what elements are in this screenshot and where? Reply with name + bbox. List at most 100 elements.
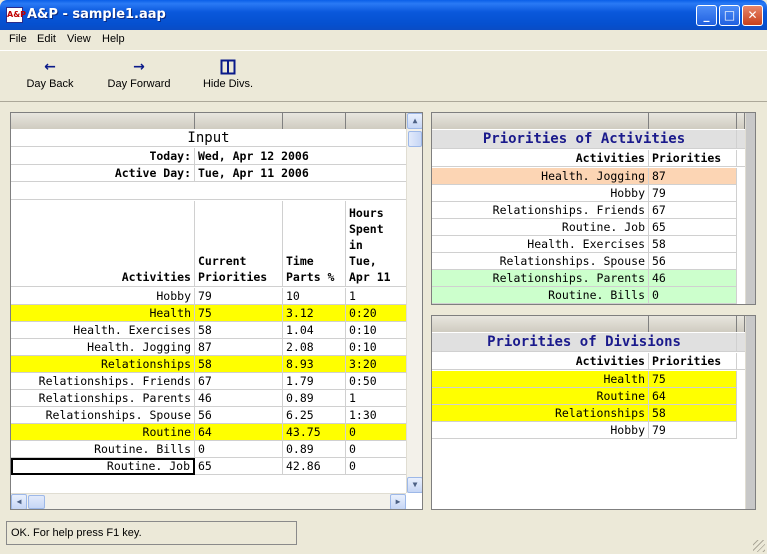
activity-cell[interactable]: Relationships. Friends xyxy=(11,373,195,390)
activity-cell[interactable]: Relationships. Parents xyxy=(11,390,195,407)
menu-file[interactable]: File xyxy=(9,33,27,45)
table-row[interactable]: Relationships 58 8.93 3:20 xyxy=(11,356,406,373)
list-item[interactable]: Hobby 79 xyxy=(432,422,737,439)
activity-cell[interactable]: Hobby xyxy=(11,288,195,305)
maximize-button[interactable]: □ xyxy=(719,5,740,26)
hours-cell[interactable]: 1 xyxy=(346,288,406,305)
divisions-priority-grid[interactable]: Priorities of Divisions Activities Prior… xyxy=(431,315,756,510)
column-header[interactable] xyxy=(737,316,745,332)
hours-cell[interactable]: 0:10 xyxy=(346,322,406,339)
time-parts-cell[interactable]: 43.75 xyxy=(283,424,346,441)
activities-scrollbar-track[interactable] xyxy=(745,113,755,304)
time-parts-cell[interactable]: 8.93 xyxy=(283,356,346,373)
hours-cell[interactable]: 0 xyxy=(346,458,406,475)
scroll-right-icon[interactable]: ▶ xyxy=(390,494,406,509)
activity-cell[interactable]: Health. Jogging xyxy=(11,339,195,356)
list-item[interactable]: Relationships 58 xyxy=(432,405,737,422)
activity-cell[interactable]: Routine xyxy=(11,424,195,441)
scroll-down-icon[interactable]: ▼ xyxy=(407,477,422,493)
activity-cell[interactable]: Routine. Job xyxy=(11,458,195,475)
table-row[interactable]: Relationships. Spouse 56 6.25 1:30 xyxy=(11,407,406,424)
time-parts-cell[interactable]: 2.08 xyxy=(283,339,346,356)
table-row[interactable]: Relationships. Friends 67 1.79 0:50 xyxy=(11,373,406,390)
time-parts-cell[interactable]: 1.04 xyxy=(283,322,346,339)
priority-cell[interactable]: 58 xyxy=(195,356,283,373)
list-item[interactable]: Routine. Job 65 xyxy=(432,219,737,236)
list-item[interactable]: Routine. Bills 0 xyxy=(432,287,737,304)
table-row[interactable]: Routine 64 43.75 0 xyxy=(11,424,406,441)
hours-cell[interactable]: 0:50 xyxy=(346,373,406,390)
time-parts-cell[interactable]: 42.86 xyxy=(283,458,346,475)
priority-cell[interactable]: 58 xyxy=(195,322,283,339)
table-row[interactable]: Health 75 3.12 0:20 xyxy=(11,305,406,322)
activity-cell[interactable]: Health xyxy=(11,305,195,322)
hours-cell[interactable]: 0 xyxy=(346,441,406,458)
table-row[interactable]: Routine. Job 65 42.86 0 xyxy=(11,458,406,475)
column-header[interactable] xyxy=(432,113,649,129)
activities-priority-grid[interactable]: Priorities of Activities Activities Prio… xyxy=(431,112,756,305)
menu-edit[interactable]: Edit xyxy=(37,33,56,45)
time-parts-cell[interactable]: 0.89 xyxy=(283,390,346,407)
activity-cell[interactable]: Health. Exercises xyxy=(11,322,195,339)
day-forward-button[interactable]: → Day Forward xyxy=(104,59,174,90)
list-item[interactable]: Health. Jogging 87 xyxy=(432,168,737,185)
close-button[interactable]: ✕ xyxy=(742,5,763,26)
input-grid[interactable]: Input Today: Wed, Apr 12 2006 Active Day… xyxy=(10,112,423,510)
menu-help[interactable]: Help xyxy=(102,33,125,45)
list-item[interactable]: Relationships. Friends 67 xyxy=(432,202,737,219)
scroll-thumb[interactable] xyxy=(408,131,422,147)
list-item[interactable]: Hobby 79 xyxy=(432,185,737,202)
title-bar[interactable]: A&P A&P - sample1.aap _ □ ✕ xyxy=(0,0,767,30)
column-header[interactable] xyxy=(346,113,406,129)
column-header[interactable] xyxy=(283,113,346,129)
activity-cell[interactable]: Relationships. Spouse xyxy=(11,407,195,424)
hours-cell[interactable]: 0 xyxy=(346,424,406,441)
hours-cell[interactable]: 3:20 xyxy=(346,356,406,373)
menu-view[interactable]: View xyxy=(67,33,91,45)
table-row[interactable]: Health. Jogging 87 2.08 0:10 xyxy=(11,339,406,356)
resize-grip-icon[interactable] xyxy=(753,540,765,552)
priority-cell[interactable]: 0 xyxy=(195,441,283,458)
priority-cell[interactable]: 67 xyxy=(195,373,283,390)
column-header[interactable] xyxy=(11,113,195,129)
priority-cell[interactable]: 46 xyxy=(195,390,283,407)
input-horizontal-scrollbar[interactable]: ◀ ▶ xyxy=(11,493,406,509)
hide-divs-button[interactable]: Hide Divs. xyxy=(199,59,257,90)
activity-cell[interactable]: Relationships xyxy=(11,356,195,373)
input-vertical-scrollbar[interactable]: ▲ ▼ xyxy=(406,113,422,493)
priority-cell[interactable]: 56 xyxy=(195,407,283,424)
scroll-thumb-horizontal[interactable] xyxy=(28,495,45,509)
scroll-up-icon[interactable]: ▲ xyxy=(407,113,422,129)
column-header[interactable] xyxy=(432,316,649,332)
time-parts-cell[interactable]: 6.25 xyxy=(283,407,346,424)
time-parts-cell[interactable]: 0.89 xyxy=(283,441,346,458)
column-header[interactable] xyxy=(195,113,283,129)
hours-cell[interactable]: 0:20 xyxy=(346,305,406,322)
day-back-button[interactable]: ← Day Back xyxy=(22,59,78,90)
column-header[interactable] xyxy=(737,113,745,129)
table-row[interactable]: Health. Exercises 58 1.04 0:10 xyxy=(11,322,406,339)
column-header[interactable] xyxy=(649,316,737,332)
table-row[interactable]: Routine. Bills 0 0.89 0 xyxy=(11,441,406,458)
list-item[interactable]: Relationships. Parents 46 xyxy=(432,270,737,287)
list-item[interactable]: Routine 64 xyxy=(432,388,737,405)
time-parts-cell[interactable]: 1.79 xyxy=(283,373,346,390)
hours-cell[interactable]: 0:10 xyxy=(346,339,406,356)
time-parts-cell[interactable]: 10 xyxy=(283,288,346,305)
minimize-button[interactable]: _ xyxy=(696,5,717,26)
hours-cell[interactable]: 1 xyxy=(346,390,406,407)
priority-cell[interactable]: 64 xyxy=(195,424,283,441)
column-header[interactable] xyxy=(649,113,737,129)
activity-cell[interactable]: Routine. Bills xyxy=(11,441,195,458)
list-item[interactable]: Health. Exercises 58 xyxy=(432,236,737,253)
time-parts-cell[interactable]: 3.12 xyxy=(283,305,346,322)
scroll-left-icon[interactable]: ◀ xyxy=(11,494,27,509)
priority-cell[interactable]: 75 xyxy=(195,305,283,322)
list-item[interactable]: Health 75 xyxy=(432,371,737,388)
priority-cell[interactable]: 65 xyxy=(195,458,283,475)
table-row[interactable]: Hobby 79 10 1 xyxy=(11,288,406,305)
hours-cell[interactable]: 1:30 xyxy=(346,407,406,424)
priority-cell[interactable]: 87 xyxy=(195,339,283,356)
divisions-scrollbar-track[interactable] xyxy=(745,316,755,509)
priority-cell[interactable]: 79 xyxy=(195,288,283,305)
